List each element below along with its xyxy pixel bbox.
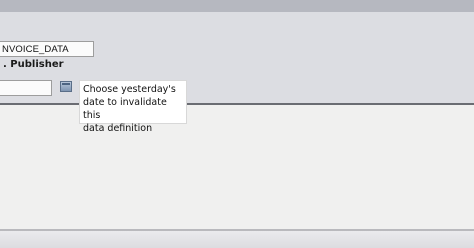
expiry-date-field[interactable] [0, 80, 52, 96]
publisher-label: . Publisher [3, 59, 64, 70]
tooltip: Choose yesterday's date to invalidate th… [79, 80, 187, 134]
calendar-icon[interactable] [60, 81, 72, 92]
panel-divider [0, 103, 474, 105]
bottom-bar [0, 231, 474, 248]
data-definition-name-field[interactable] [0, 41, 94, 57]
